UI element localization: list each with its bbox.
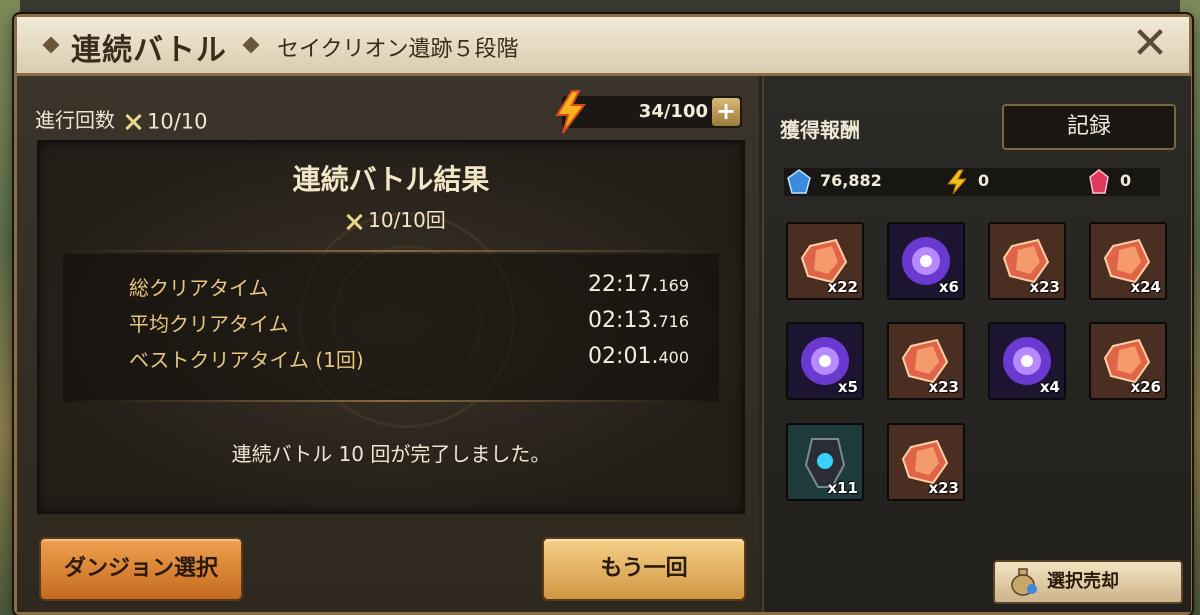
red-crystal-icon: [1089, 169, 1109, 194]
progress-row: 進行回数 10/10: [35, 104, 208, 134]
reward-item-rune-fragment[interactable]: x24: [1089, 222, 1167, 300]
crossed-swords-icon: [344, 212, 364, 232]
average-clear-time-value: 02:13.716: [588, 308, 689, 333]
divider: [63, 250, 719, 252]
add-energy-button[interactable]: +: [712, 98, 740, 126]
energy-value: 34/100: [638, 101, 708, 122]
item-count: x23: [928, 479, 959, 497]
result-title: 連続バトル結果: [292, 163, 490, 196]
progress-value: 10/10: [147, 109, 208, 134]
reward-item-magic-orb[interactable]: x5: [786, 322, 864, 400]
item-count: x26: [1130, 378, 1161, 396]
crossed-swords-icon: [123, 112, 143, 132]
total-clear-time-row: 総クリアタイム 22:17.169: [129, 272, 689, 308]
rewards-label: 獲得報酬: [780, 118, 860, 142]
divider: [63, 400, 719, 402]
sell-selected-label: 選択売却: [1047, 571, 1119, 592]
item-count: x11: [827, 479, 858, 497]
average-clear-time-row: 平均クリアタイム 02:13.716: [129, 308, 689, 344]
item-count: x22: [827, 278, 858, 296]
dungeon-name: セイクリオン遺跡５段階: [277, 37, 519, 62]
reward-item-rune-fragment[interactable]: x26: [1089, 322, 1167, 400]
diamond-ornament-icon: [242, 36, 260, 54]
lightning-icon: [946, 169, 968, 195]
reward-item-magic-orb[interactable]: x4: [988, 322, 1066, 400]
reward-item-magic-orb[interactable]: x6: [887, 222, 965, 300]
best-clear-time-label: ベストクリアタイム (1回): [129, 348, 364, 372]
item-count: x4: [1039, 378, 1060, 396]
average-clear-time-label: 平均クリアタイム: [129, 312, 289, 336]
total-clear-time-value: 22:17.169: [588, 272, 689, 297]
best-clear-time-value: 02:01.400: [588, 344, 689, 369]
currency-bar: 76,882 0 0: [784, 168, 1160, 196]
item-count: x6: [938, 278, 959, 296]
diamond-ornament-icon: [42, 36, 60, 54]
record-button[interactable]: 記録: [1002, 104, 1176, 150]
sell-selected-button[interactable]: 選択売却: [993, 560, 1183, 604]
energy-reward-value: 0: [978, 171, 990, 190]
red-crystal-value: 0: [1120, 171, 1132, 190]
item-count: x23: [1029, 278, 1060, 296]
money-bag-icon: [1011, 568, 1037, 596]
progress-label: 進行回数: [35, 108, 115, 132]
battle-result-dialog: 連続バトル セイクリオン遺跡５段階 ✕ 進行回数 10/10 34/100 + 連…: [14, 14, 1192, 615]
item-count: x24: [1130, 278, 1161, 296]
item-count: x5: [837, 378, 858, 396]
total-clear-time-label: 総クリアタイム: [129, 276, 269, 300]
result-count-value: 10/10回: [368, 208, 446, 232]
retry-button[interactable]: もう一回: [542, 537, 746, 601]
best-clear-time-row: ベストクリアタイム (1回) 02:01.400: [129, 344, 689, 380]
dungeon-select-button[interactable]: ダンジョン選択: [39, 537, 243, 601]
reward-item-rune-fragment[interactable]: x23: [887, 423, 965, 501]
item-count: x23: [928, 378, 959, 396]
energy-bar: 34/100 +: [555, 90, 742, 134]
clear-times-table: 総クリアタイム 22:17.169 平均クリアタイム 02:13.716 ベスト…: [63, 254, 719, 402]
dialog-title: 連続バトル: [71, 33, 227, 68]
close-icon[interactable]: ✕: [1127, 21, 1173, 67]
result-box: 連続バトル結果 10/10回 総クリアタイム 22:17.169 平均クリアタイ…: [37, 140, 745, 514]
blue-crystal-icon: [787, 169, 811, 194]
reward-item-rune-fragment[interactable]: x23: [988, 222, 1066, 300]
completion-message: 連続バトル 10 回が完了しました。: [231, 442, 551, 466]
reward-item-dark-relic[interactable]: x11: [786, 423, 864, 501]
crystal-value: 76,882: [820, 171, 882, 190]
result-panel: 進行回数 10/10 34/100 + 連続バトル結果 10/10回 総クリアタイ…: [17, 76, 759, 612]
reward-item-rune-fragment[interactable]: x23: [887, 322, 965, 400]
reward-item-rune-fragment[interactable]: x22: [786, 222, 864, 300]
dialog-header: 連続バトル セイクリオン遺跡５段階 ✕: [17, 17, 1189, 76]
result-count: 10/10回: [39, 204, 743, 233]
lightning-icon: [555, 90, 586, 134]
rewards-panel: 獲得報酬 記録 76,882 0 0 x22 x6 x23 x24 x5 x23…: [762, 76, 1191, 612]
